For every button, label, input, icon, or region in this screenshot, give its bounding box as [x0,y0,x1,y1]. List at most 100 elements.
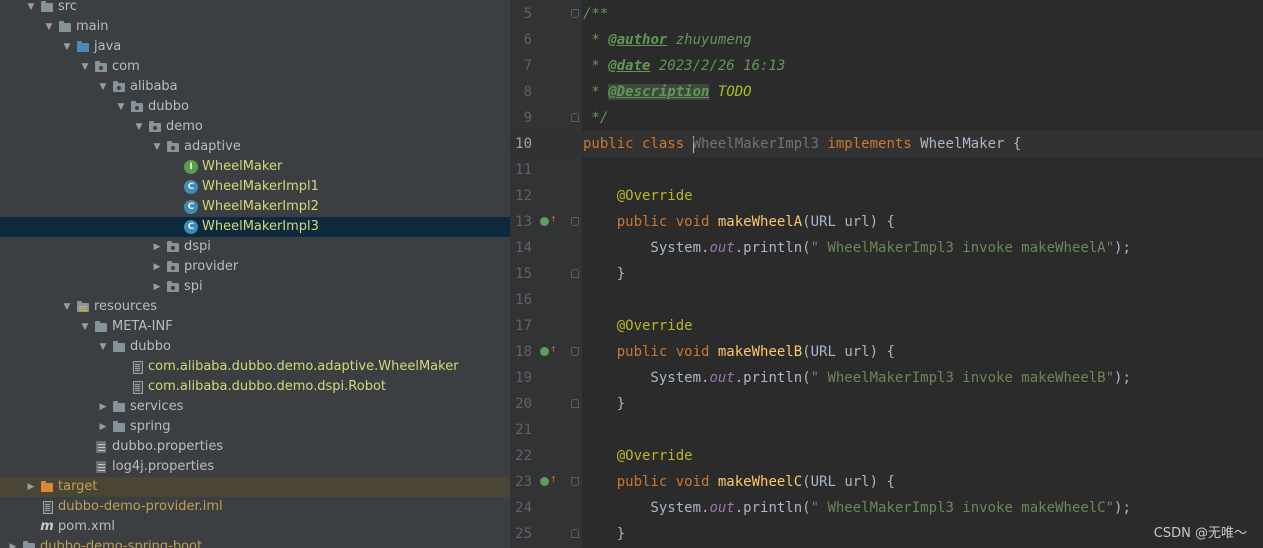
chevron-down-icon[interactable]: ▼ [150,137,164,157]
code-line[interactable]: 7 * @date 2023/2/26 16:13 [510,53,1263,79]
code-line[interactable]: 18 ↑ public void makeWheelB(URL url) { [510,339,1263,365]
fold-marker-icon[interactable] [571,9,579,18]
tree-item[interactable]: ▼ com [0,57,510,77]
code-line[interactable]: 16 [510,287,1263,313]
tree-item[interactable]: com.alibaba.dubbo.demo.dspi.Robot [0,377,510,397]
tree-item[interactable]: dubbo-demo-provider.iml [0,497,510,517]
chevron-right-icon[interactable]: ▶ [96,397,110,417]
tree-item[interactable]: ▶ dspi [0,237,510,257]
fold-marker-icon[interactable] [571,347,579,356]
implements-method-icon[interactable] [540,217,549,226]
tree-item[interactable]: C WheelMakerImpl2 [0,197,510,217]
tree-item-label: alibaba [130,79,178,94]
code-line[interactable]: 15 } [510,261,1263,287]
chevron-down-icon[interactable]: ▼ [60,297,74,317]
tree-item-label: pom.xml [58,519,115,534]
tree-item[interactable]: I WheelMaker [0,157,510,177]
code-line[interactable]: 25 } [510,521,1263,547]
chevron-down-icon[interactable]: ▼ [42,17,56,37]
code-token: makeWheelC [717,474,803,490]
fold-marker-icon[interactable] [571,269,579,278]
code-token: @Override [616,318,693,334]
tree-item[interactable]: ▼ alibaba [0,77,510,97]
override-arrow-icon[interactable]: ↑ [550,343,557,355]
tree-item[interactable]: ▼ dubbo [0,337,510,357]
implements-method-icon[interactable] [540,477,549,486]
tree-item-label: WheelMakerImpl1 [202,179,319,194]
code-line[interactable]: 19 System.out.println(" WheelMakerImpl3 … [510,365,1263,391]
code-line[interactable]: 13 ↑ public void makeWheelA(URL url) { [510,209,1263,235]
chevron-right-icon[interactable]: ▶ [150,257,164,277]
chevron-right-icon[interactable]: ▶ [150,277,164,297]
fold-marker-icon[interactable] [571,399,579,408]
code-line[interactable]: 12 @Override [510,183,1263,209]
tree-item[interactable]: dubbo.properties [0,437,510,457]
code-token: .println( [734,240,811,256]
override-arrow-icon[interactable]: ↑ [550,213,557,225]
code-line[interactable]: 17 @Override [510,313,1263,339]
tree-item[interactable]: m pom.xml [0,517,510,537]
chevron-right-icon[interactable]: ▶ [150,237,164,257]
code-token: public void [616,344,718,360]
chevron-down-icon[interactable]: ▼ [78,317,92,337]
code-line[interactable]: 5 /** [510,1,1263,27]
tree-item[interactable]: log4j.properties [0,457,510,477]
line-number: 24 [515,500,532,516]
chevron-down-icon[interactable]: ▼ [24,0,38,17]
code-token: * [583,84,609,100]
tree-item[interactable]: com.alibaba.dubbo.demo.adaptive.WheelMak… [0,357,510,377]
code-line[interactable]: 8 * @Description TODO [510,79,1263,105]
chevron-down-icon[interactable]: ▼ [132,117,146,137]
fold-marker-icon[interactable] [571,477,579,486]
line-number: 10 [515,136,532,152]
code-editor[interactable]: 5/** 6 * @author zhuyumeng 7 * @date 2023/… [510,0,1263,548]
code-line[interactable]: 24 System.out.println(" WheelMakerImpl3 … [510,495,1263,521]
tree-item[interactable]: ▶ target [0,477,510,497]
code-line[interactable]: 6 * @author zhuyumeng [510,27,1263,53]
tree-item[interactable]: ▶ spi [0,277,510,297]
tree-item-label: dubbo-demo-spring-boot [40,539,203,548]
class-icon: C [184,200,198,214]
chevron-right-icon[interactable]: ▶ [24,477,38,497]
tree-item[interactable]: ▼ adaptive [0,137,510,157]
tree-item[interactable]: C WheelMakerImpl1 [0,177,510,197]
code-line[interactable]: 21 [510,417,1263,443]
tree-item[interactable]: ▶ spring [0,417,510,437]
fold-marker-icon[interactable] [571,113,579,122]
tree-item[interactable]: C WheelMakerImpl3 [0,217,510,237]
tree-item[interactable]: ▼ java [0,37,510,57]
code-line[interactable]: 11 [510,157,1263,183]
chevron-down-icon[interactable]: ▼ [60,37,74,57]
code-token: @Description [608,84,710,100]
fold-marker-icon[interactable] [571,217,579,226]
code-token: public class [583,136,693,152]
tree-item[interactable]: ▶ services [0,397,510,417]
code-line[interactable]: 14 System.out.println(" WheelMakerImpl3 … [510,235,1263,261]
code-line[interactable]: 9 */ [510,105,1263,131]
tree-item[interactable]: ▼ src [0,0,510,17]
code-line[interactable]: 22 @Override [510,443,1263,469]
chevron-right-icon[interactable]: ▶ [6,537,20,548]
tree-item[interactable]: ▶ dubbo-demo-spring-boot [0,537,510,548]
tree-item[interactable]: ▼ main [0,17,510,37]
override-arrow-icon[interactable]: ↑ [550,473,557,485]
code-line[interactable]: 10 public class WheelMakerImpl3 implement… [510,131,1263,157]
chevron-down-icon[interactable]: ▼ [96,337,110,357]
chevron-down-icon[interactable]: ▼ [96,77,110,97]
code-line[interactable]: 23 ↑ public void makeWheelC(URL url) { [510,469,1263,495]
tree-item[interactable]: ▼ resources [0,297,510,317]
fold-marker-icon[interactable] [571,529,579,538]
code-line[interactable]: 20 } [510,391,1263,417]
project-tree-panel[interactable]: ▼ src ▼ main ▼ java ▼ com ▼ alibaba ▼ dubbo ▼ demo ▼ ad… [0,0,510,548]
implements-method-icon[interactable] [540,347,549,356]
tree-item[interactable]: ▼ dubbo [0,97,510,117]
tree-item[interactable]: ▼ demo [0,117,510,137]
tree-item[interactable]: ▶ provider [0,257,510,277]
chevron-down-icon[interactable]: ▼ [78,57,92,77]
chevron-down-icon[interactable]: ▼ [114,97,128,117]
tree-item[interactable]: ▼ META-INF [0,317,510,337]
iml-file-icon [40,500,54,514]
chevron-right-icon[interactable]: ▶ [96,417,110,437]
line-number: 23 [515,474,532,490]
tree-item-label: provider [184,259,239,274]
